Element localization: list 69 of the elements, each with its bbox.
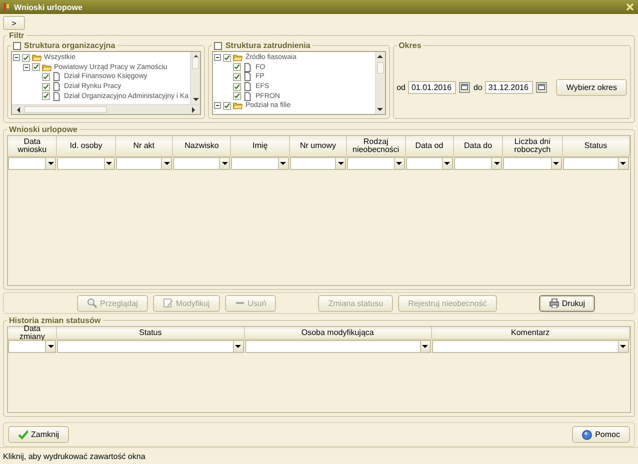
date-field[interactable]: 01.01.2016 [408, 80, 456, 94]
group-title: Struktura zatrudnienia [225, 41, 310, 50]
expand-button[interactable]: > [3, 16, 25, 30]
checkbox[interactable] [42, 92, 50, 100]
checkbox[interactable] [42, 82, 50, 91]
folder-icon [233, 53, 244, 62]
folder-icon [233, 101, 244, 110]
checkbox[interactable] [233, 72, 242, 81]
scrollbar[interactable] [12, 104, 200, 114]
from-label: od [396, 82, 406, 92]
scrollbar[interactable] [374, 52, 385, 114]
column-header[interactable]: Imię [231, 136, 290, 157]
collapse-toggle[interactable] [214, 102, 222, 110]
search-icon [87, 298, 97, 308]
column-header[interactable]: Data zmiany [8, 327, 58, 340]
checkbox[interactable] [42, 72, 50, 81]
column-header[interactable]: Nr umowy [290, 136, 348, 157]
group-title: Wnioski urlopowe [9, 125, 78, 134]
calendar-button[interactable] [459, 82, 470, 92]
checkbox[interactable] [233, 82, 242, 91]
printer-icon [548, 298, 559, 308]
check-icon [18, 430, 28, 440]
column-header[interactable]: Data od [406, 136, 454, 157]
select-period-button[interactable]: Wybierz okres [556, 78, 627, 96]
checkbox[interactable] [223, 102, 232, 110]
column-header[interactable]: Nr akt [116, 136, 174, 157]
folder-icon [42, 62, 52, 72]
column-header[interactable]: Status [562, 136, 630, 157]
app-icon [3, 2, 10, 12]
group-title: Historia zmian statusów [9, 316, 101, 325]
checkbox[interactable] [32, 63, 40, 72]
checkbox[interactable] [22, 54, 30, 62]
group-title: Filtr [9, 31, 24, 40]
checkbox[interactable] [233, 92, 242, 100]
document-icon [243, 72, 254, 82]
group-title: Okres [398, 41, 422, 50]
status-text: Kliknij, aby wydrukować zawartość okna [3, 452, 146, 460]
column-header[interactable]: Data do [454, 136, 504, 157]
document-icon [243, 82, 254, 92]
checkbox[interactable] [214, 42, 222, 50]
close-button[interactable] [625, 2, 635, 12]
date-field[interactable]: 31.12.2016 [485, 80, 534, 94]
collapse-toggle[interactable] [23, 64, 30, 71]
column-header[interactable]: Osoba modyfikująca [244, 327, 432, 340]
document-icon [243, 62, 254, 72]
column-header[interactable]: Komentarz [432, 327, 630, 340]
close-button[interactable]: Zamknij [8, 426, 70, 443]
checkbox[interactable] [13, 42, 21, 50]
column-header[interactable]: Status [57, 327, 245, 340]
to-label: do [473, 82, 482, 92]
folder-icon [32, 53, 42, 62]
scrollbar[interactable] [190, 52, 200, 104]
collapse-toggle[interactable] [13, 54, 20, 62]
edit-icon [162, 298, 173, 308]
group-title: Struktura organizacyjna [24, 41, 116, 50]
column-header[interactable]: Id. osoby [57, 136, 116, 157]
collapse-toggle[interactable] [214, 54, 222, 62]
action-button[interactable]: Drukuj [538, 294, 595, 312]
checkbox[interactable] [223, 54, 232, 62]
document-icon [243, 92, 254, 101]
help-icon [582, 430, 592, 440]
window-title: Wnioski urlopowe [14, 2, 84, 12]
checkbox[interactable] [233, 63, 242, 72]
column-header[interactable]: Liczba dni roboczych [503, 136, 563, 157]
column-header[interactable]: Data wniosku [8, 136, 58, 157]
column-header[interactable]: Rodzaj nieobecności [347, 136, 406, 157]
column-header[interactable]: Nazwisko [173, 136, 232, 157]
calendar-button[interactable] [536, 82, 548, 92]
help-button[interactable]: Pomoc [572, 426, 630, 443]
